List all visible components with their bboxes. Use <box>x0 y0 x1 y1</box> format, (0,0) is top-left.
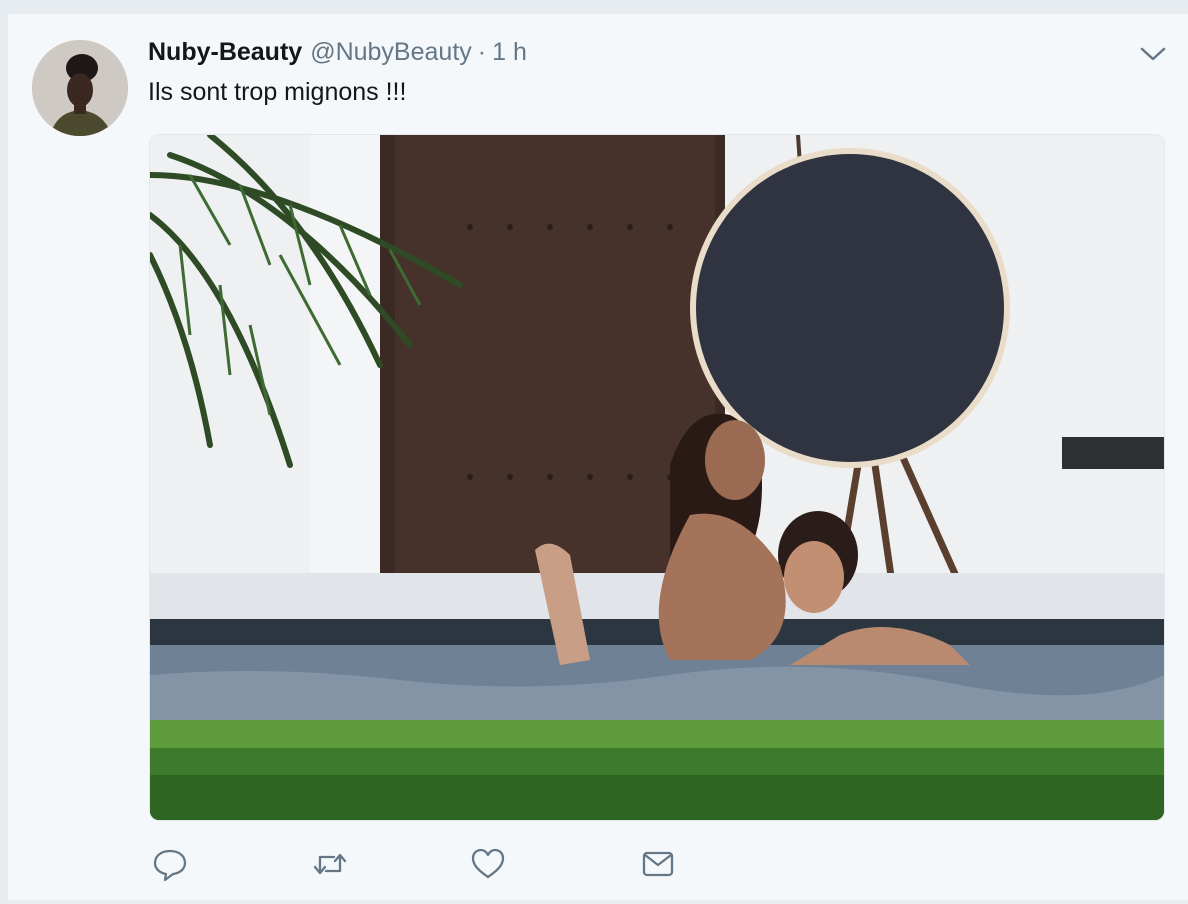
tweet-actions <box>152 846 692 886</box>
avatar-image <box>32 40 128 136</box>
tweet-card[interactable]: Nuby-Beauty @NubyBeauty · 1 h Ils sont t… <box>8 13 1188 901</box>
tweet-timestamp[interactable]: 1 h <box>492 38 527 67</box>
retweet-button[interactable] <box>312 846 348 882</box>
photo-pool-scene <box>150 135 1164 820</box>
author-fullname[interactable]: Nuby-Beauty <box>148 38 302 67</box>
tweet-photo[interactable] <box>149 134 1165 821</box>
chevron-down-icon <box>1140 47 1166 61</box>
tweet-header: Nuby-Beauty @NubyBeauty · 1 h <box>148 38 527 72</box>
avatar[interactable] <box>32 40 128 136</box>
envelope-icon <box>642 851 674 877</box>
reply-button[interactable] <box>152 846 188 882</box>
tweet-menu-button[interactable] <box>1136 40 1170 68</box>
author-username[interactable]: @NubyBeauty <box>310 38 472 67</box>
tweet-text: Ils sont trop mignons !!! <box>148 78 407 106</box>
like-button[interactable] <box>470 846 506 882</box>
separator-dot: · <box>477 38 487 66</box>
reply-icon <box>153 849 187 882</box>
direct-message-button[interactable] <box>640 846 676 882</box>
retweet-icon <box>313 853 347 875</box>
heart-icon <box>471 848 505 879</box>
